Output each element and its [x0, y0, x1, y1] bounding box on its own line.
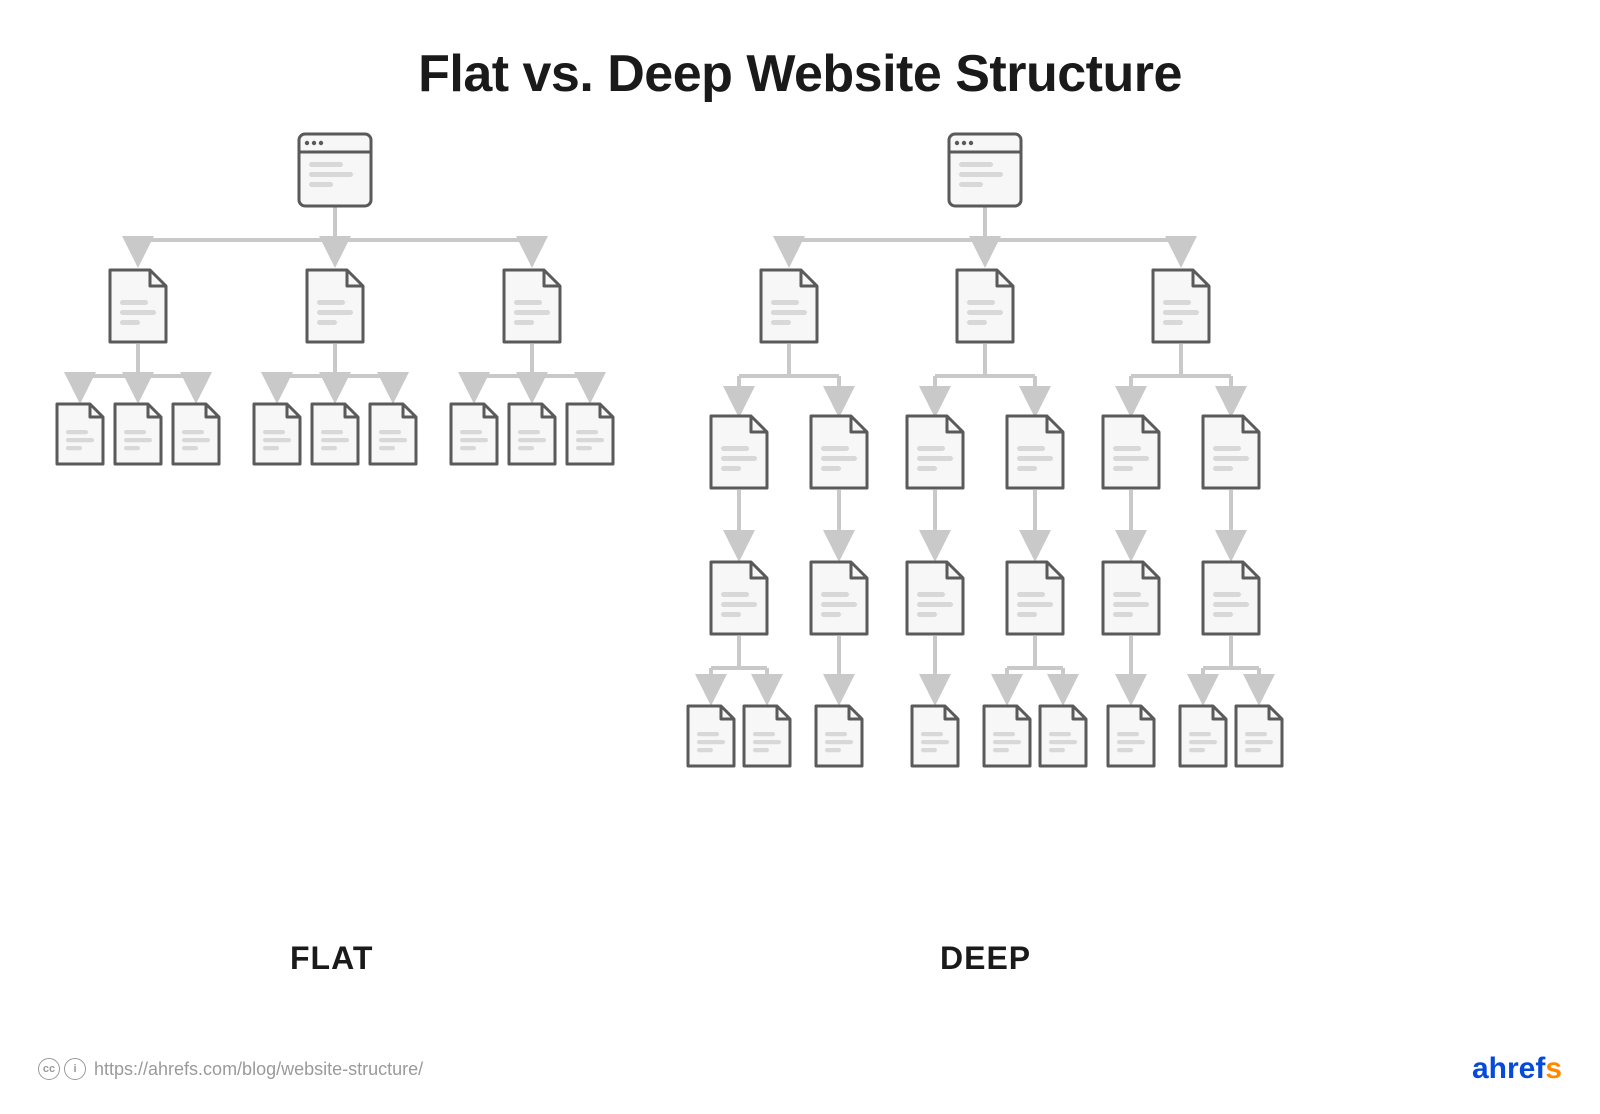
document-page-icon	[57, 404, 103, 464]
structure-diagram	[0, 0, 1600, 1114]
flat-tree	[57, 134, 613, 464]
document-page-icon	[1108, 706, 1154, 766]
document-page-icon	[110, 270, 166, 342]
document-page-icon	[1103, 562, 1159, 634]
document-page-icon	[1203, 562, 1259, 634]
document-page-icon	[688, 706, 734, 766]
brand-logo: ahrefs	[1472, 1052, 1562, 1086]
browser-window-icon	[299, 134, 371, 206]
document-page-icon	[173, 404, 219, 464]
document-page-icon	[984, 706, 1030, 766]
document-page-icon	[907, 416, 963, 488]
attribution: cc i https://ahrefs.com/blog/website-str…	[38, 1058, 423, 1080]
flat-label: FLAT	[290, 940, 373, 977]
cc-license-icon: cc i	[38, 1058, 86, 1080]
deep-tree	[688, 134, 1282, 766]
source-url: https://ahrefs.com/blog/website-structur…	[94, 1059, 423, 1080]
document-page-icon	[957, 270, 1013, 342]
document-page-icon	[1103, 416, 1159, 488]
document-page-icon	[711, 416, 767, 488]
document-page-icon	[912, 706, 958, 766]
document-page-icon	[744, 706, 790, 766]
document-page-icon	[509, 404, 555, 464]
document-page-icon	[115, 404, 161, 464]
document-page-icon	[1007, 416, 1063, 488]
document-page-icon	[567, 404, 613, 464]
document-page-icon	[816, 706, 862, 766]
document-page-icon	[312, 404, 358, 464]
document-page-icon	[1236, 706, 1282, 766]
deep-label: DEEP	[940, 940, 1031, 977]
document-page-icon	[1180, 706, 1226, 766]
document-page-icon	[451, 404, 497, 464]
document-page-icon	[307, 270, 363, 342]
document-page-icon	[811, 562, 867, 634]
document-page-icon	[811, 416, 867, 488]
document-page-icon	[907, 562, 963, 634]
document-page-icon	[254, 404, 300, 464]
document-page-icon	[761, 270, 817, 342]
document-page-icon	[504, 270, 560, 342]
document-page-icon	[1203, 416, 1259, 488]
footer: cc i https://ahrefs.com/blog/website-str…	[38, 1052, 1562, 1086]
document-page-icon	[370, 404, 416, 464]
document-page-icon	[711, 562, 767, 634]
browser-window-icon	[949, 134, 1021, 206]
document-page-icon	[1153, 270, 1209, 342]
document-page-icon	[1040, 706, 1086, 766]
document-page-icon	[1007, 562, 1063, 634]
